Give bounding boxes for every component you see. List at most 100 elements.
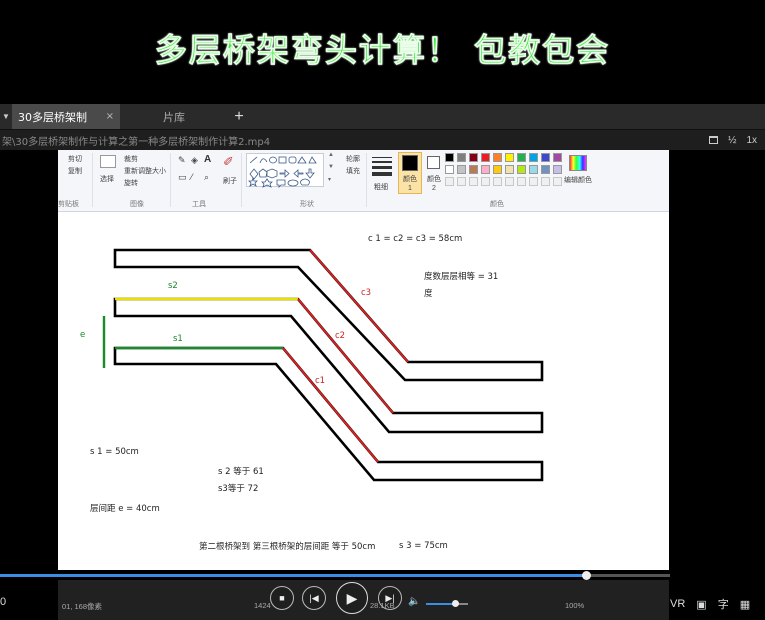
palette-swatch[interactable] [493, 153, 502, 162]
palette-swatch[interactable] [481, 153, 490, 162]
palette-swatch[interactable] [505, 165, 514, 174]
vr-button[interactable]: VR [670, 598, 685, 610]
volume-slider[interactable] [426, 600, 468, 607]
volume-icon[interactable]: 🔈 [408, 596, 420, 607]
palette-swatch[interactable] [517, 165, 526, 174]
select-button[interactable]: 选择 [100, 174, 114, 184]
banner: 多层桥架弯头计算！ 包教包会 [0, 0, 765, 96]
palette-swatch[interactable] [505, 153, 514, 162]
palette-swatch[interactable] [541, 165, 550, 174]
tab-menu-arrow-icon[interactable]: ▼ [0, 104, 12, 129]
palette-swatch[interactable] [481, 165, 490, 174]
speed-button[interactable]: 1x [746, 135, 757, 146]
group-label-colors: 颜色 [490, 201, 504, 208]
crop-button[interactable]: 裁剪 [124, 154, 138, 164]
window-icon[interactable] [709, 136, 719, 144]
palette-swatch[interactable] [457, 153, 466, 162]
video-progress-bar[interactable] [0, 571, 670, 580]
tab-library[interactable]: 片库 [120, 104, 228, 129]
close-icon[interactable]: × [106, 111, 114, 122]
previous-icon: |◀ [309, 592, 319, 603]
color2-swatch[interactable] [427, 156, 440, 169]
palette-swatch[interactable] [445, 153, 454, 162]
palette-swatch-empty[interactable] [505, 177, 514, 186]
palette-swatch-empty[interactable] [529, 177, 538, 186]
palette-swatch-empty[interactable] [553, 177, 562, 186]
palette-swatch-empty[interactable] [445, 177, 454, 186]
tab-video[interactable]: 30多层桥架制 × [12, 104, 120, 129]
rotate-button[interactable]: 旋转 [124, 178, 138, 188]
palette-swatch-empty[interactable] [493, 177, 502, 186]
palette-swatch[interactable] [517, 153, 526, 162]
palette-swatch[interactable] [541, 153, 550, 162]
line-size-icon[interactable] [372, 154, 392, 180]
paint-canvas[interactable]: c 1 = c2 = c3 = 58cm 度数层层相等 = 31 度 s2 s1… [58, 212, 669, 570]
palette-swatch-empty[interactable] [481, 177, 490, 186]
brush-icon[interactable]: ✐ [223, 154, 234, 170]
edit-colors-icon[interactable] [569, 155, 587, 171]
palette-swatch[interactable] [553, 153, 562, 162]
add-tab-button[interactable]: + [228, 104, 250, 129]
color2-label: 颜色 2 [427, 176, 441, 192]
volume-fill [426, 603, 456, 605]
ribbon-divider [366, 153, 367, 207]
palette-swatch-empty[interactable] [541, 177, 550, 186]
palette-swatch[interactable] [469, 153, 478, 162]
tray-drawing [102, 248, 544, 482]
screenshot-icon[interactable]: ▣ [696, 598, 706, 611]
angle-line2: 度 [424, 289, 433, 299]
palette-swatch[interactable] [529, 153, 538, 162]
size-button[interactable]: 粗细 [374, 183, 388, 192]
brush-button[interactable]: 刷子 [223, 176, 237, 186]
color-picker-icon[interactable]: ⁄ [191, 172, 193, 182]
palette-swatch-empty[interactable] [517, 177, 526, 186]
eraser-icon[interactable]: ▭ [178, 172, 187, 183]
palette-swatch[interactable] [493, 165, 502, 174]
formula-c: c 1 = c2 = c3 = 58cm [368, 234, 463, 244]
shape-expand-icon[interactable]: ▾ [328, 176, 331, 183]
shape-gallery[interactable] [246, 153, 324, 188]
select-icon[interactable] [100, 155, 116, 168]
cut-button[interactable]: 剪切 [68, 154, 82, 164]
tab-label: 片库 [163, 110, 185, 124]
subtitle-button[interactable]: 字 [718, 596, 729, 612]
progress-fill [0, 574, 587, 577]
group-label-shapes: 形状 [300, 201, 314, 208]
banner-title: 多层桥架弯头计算！ 包教包会 [154, 31, 611, 70]
palette-swatch[interactable] [529, 165, 538, 174]
group-label-tools: 工具 [192, 201, 206, 208]
text-tool-icon[interactable]: A [204, 154, 211, 165]
edit-colors-button[interactable]: 编辑颜色 [564, 175, 592, 185]
spacing-value: 层间距 e = 40cm [90, 504, 160, 514]
stop-button[interactable]: ■ [270, 586, 294, 610]
palette-swatch[interactable] [469, 165, 478, 174]
tray-middle-outline [113, 297, 544, 434]
resize-button[interactable]: 重新调整大小 [124, 166, 166, 176]
palette-swatch[interactable] [445, 165, 454, 174]
video-frame[interactable]: 剪切 复制 剪贴板 选择 裁剪 重新调整大小 旋转 图像 ✎ ◈ A ▭ ⁄ ⌕… [58, 150, 669, 570]
palette-swatch[interactable] [457, 165, 466, 174]
s1-value: s 1 = 50cm [90, 447, 139, 457]
group-label-image: 图像 [130, 201, 144, 208]
player-right-tools: VR ▣ 字 ▦ [670, 596, 750, 612]
previous-button[interactable]: |◀ [302, 586, 326, 610]
fill-button[interactable]: 填充 [346, 166, 360, 176]
play-button[interactable]: ▶ [336, 582, 368, 614]
volume-handle[interactable] [452, 600, 460, 607]
pencil-icon[interactable]: ✎ [178, 155, 186, 166]
palette-swatch[interactable] [553, 165, 562, 174]
paint-status-zoom: 100% [565, 601, 585, 610]
shape-scroll-up-icon[interactable]: ▲ [328, 152, 334, 158]
outline-button[interactable]: 轮廓 [346, 154, 360, 164]
fill-icon[interactable]: ◈ [191, 155, 198, 166]
path-tools: ½ 1x [709, 135, 765, 146]
group-label-clipboard: 剪贴板 [58, 201, 79, 208]
palette-swatch-empty[interactable] [469, 177, 478, 186]
half-size-button[interactable]: ½ [728, 135, 736, 146]
palette-swatch-empty[interactable] [457, 177, 466, 186]
layout-icon[interactable]: ▦ [740, 598, 750, 611]
magnifier-icon[interactable]: ⌕ [204, 172, 209, 183]
progress-handle[interactable] [582, 571, 592, 580]
shape-scroll-down-icon[interactable]: ▼ [328, 164, 334, 170]
copy-button[interactable]: 复制 [68, 166, 82, 176]
